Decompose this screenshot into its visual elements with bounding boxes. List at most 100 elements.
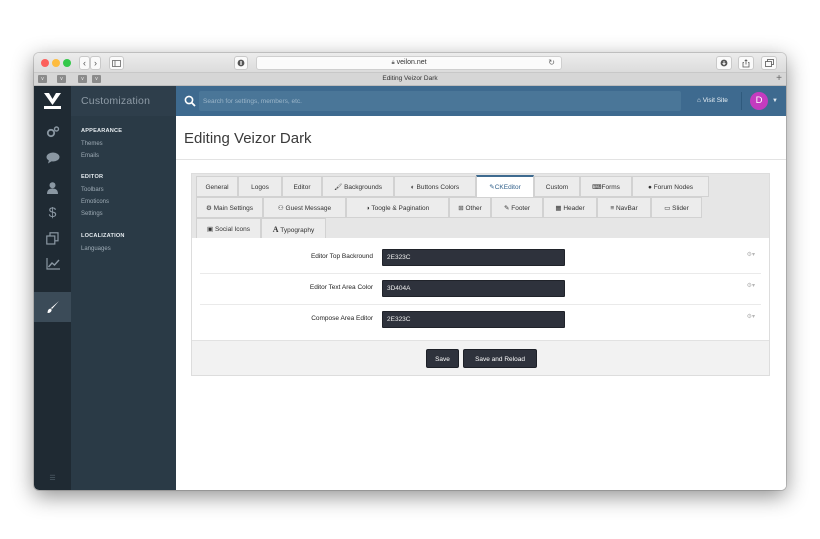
forward-button[interactable]: › xyxy=(90,56,101,70)
subnav-category-editor: EDITOR xyxy=(81,174,104,180)
tab-slider[interactable]: ▭ Slider xyxy=(651,197,702,218)
sub-navigation: Customization APPEARANCE Themes Emails E… xyxy=(71,86,176,490)
tab-guest-message[interactable]: ⚇ Guest Message xyxy=(263,197,346,218)
divider xyxy=(741,92,742,110)
tab-footer[interactable]: ✎ Footer xyxy=(491,197,543,218)
page-title: Editing Veizor Dark xyxy=(184,130,312,147)
new-tab-button[interactable]: + xyxy=(776,73,782,85)
visit-site-link[interactable]: ⌂ Visit Site xyxy=(697,86,728,116)
privacy-report-button[interactable] xyxy=(234,56,248,70)
subnav-item-toolbars[interactable]: Toolbars xyxy=(81,187,104,193)
gear-icon[interactable]: ⚙▾ xyxy=(747,251,755,258)
tab-other[interactable]: ⊞ Other xyxy=(449,197,491,218)
zoom-window-button[interactable] xyxy=(63,59,71,67)
field-label: Editor Text Area Color xyxy=(309,284,373,291)
tab-logos[interactable]: Logos xyxy=(238,176,282,197)
tab-social-icons[interactable]: ▣ Social Icons xyxy=(196,218,261,239)
subnav-category-localization: LOCALIZATION xyxy=(81,233,125,239)
form-actions: Save Save and Reload xyxy=(192,340,769,375)
back-icon: ‹ xyxy=(83,58,86,68)
tab-editor[interactable]: Editor xyxy=(282,176,322,197)
browser-window: ‹ › 🔒︎ veilon.net ↻ v v v v Editing Veiz… xyxy=(34,53,786,490)
tab-forum-nodes[interactable]: ● Forum Nodes xyxy=(632,176,709,197)
compose-area-editor-input[interactable] xyxy=(382,311,565,328)
editor-text-area-color-input[interactable] xyxy=(382,280,565,297)
subnav-item-themes[interactable]: Themes xyxy=(81,141,103,147)
save-and-reload-button[interactable]: Save and Reload xyxy=(463,349,537,368)
close-window-button[interactable] xyxy=(41,59,49,67)
reload-icon[interactable]: ↻ xyxy=(548,57,555,69)
browser-toolbar: ‹ › 🔒︎ veilon.net ↻ xyxy=(34,53,786,73)
divider xyxy=(200,304,761,305)
plus-square-icon: ⊞ xyxy=(458,205,464,212)
line-chart-icon[interactable] xyxy=(34,252,71,276)
tab-title[interactable]: Editing Veizor Dark xyxy=(34,73,786,85)
settings-form: Editor Top Backround ⚙▾ Editor Text Area… xyxy=(192,238,769,340)
tab-header[interactable]: ▦ Header xyxy=(543,197,597,218)
forward-icon: › xyxy=(94,58,97,68)
subnav-item-settings[interactable]: Settings xyxy=(81,211,103,217)
tab-custom[interactable]: Custom xyxy=(534,176,580,197)
tab-typography[interactable]: A Typography xyxy=(261,218,326,239)
comments-icon: ● xyxy=(647,184,652,191)
grid-icon: ▦ xyxy=(555,205,562,212)
search-icon xyxy=(184,95,196,107)
admin-app: $ ☰ Customization APPEARANCE Themes Emai… xyxy=(34,86,786,490)
logo[interactable] xyxy=(34,86,71,116)
tab-forms[interactable]: ⌨Forms xyxy=(580,176,632,197)
editor-top-background-input[interactable] xyxy=(382,249,565,266)
bars-icon: ≡ xyxy=(610,205,615,212)
gears-icon[interactable] xyxy=(34,120,71,144)
dollar-icon[interactable]: $ xyxy=(34,200,71,224)
share-icon xyxy=(742,59,750,68)
tab-toogle-pagination[interactable]: ◑ Toogle & Pagination xyxy=(346,197,449,218)
brush-icon: 🖌︎ xyxy=(333,184,343,191)
minimize-window-button[interactable] xyxy=(52,59,60,67)
visit-site-label: Visit Site xyxy=(702,97,728,104)
pencil-icon: ✎ xyxy=(503,205,510,212)
gear-icon[interactable]: ⚙▾ xyxy=(747,282,755,289)
tab-main-settings[interactable]: ⚙ Main Settings xyxy=(196,197,263,218)
sidebar-toggle-button[interactable] xyxy=(109,56,124,70)
tab-ckeditor[interactable]: ✎CKEditor xyxy=(476,175,534,198)
subnav-item-languages[interactable]: Languages xyxy=(81,246,111,252)
top-bar: ⌂ Visit Site D ▼ xyxy=(176,86,786,116)
divider xyxy=(200,273,761,274)
paint-brush-icon[interactable] xyxy=(34,292,71,322)
logo-icon xyxy=(44,93,61,109)
share-button[interactable] xyxy=(738,56,754,70)
search-input[interactable] xyxy=(199,91,681,111)
home-icon: ⌂ xyxy=(697,97,701,104)
font-icon: A xyxy=(272,225,279,234)
palette-icon: ◐ xyxy=(410,184,415,191)
clone-icon[interactable] xyxy=(34,226,71,250)
tab-buttons-colors[interactable]: ◐ Buttons Colors xyxy=(394,176,476,197)
back-button[interactable]: ‹ xyxy=(79,56,90,70)
collapse-icon[interactable]: ☰ xyxy=(34,466,71,490)
download-icon xyxy=(720,59,728,67)
section-title: Customization xyxy=(71,86,176,116)
chevron-down-icon[interactable]: ▼ xyxy=(772,86,778,116)
field-label: Compose Area Editor xyxy=(311,315,373,322)
divider xyxy=(176,159,786,160)
toggle-icon: ◑ xyxy=(365,205,370,212)
avatar[interactable]: D xyxy=(750,92,768,110)
comments-icon[interactable] xyxy=(34,146,71,170)
tab-backgrounds[interactable]: 🖌︎ Backgrounds xyxy=(322,176,394,197)
gear-icon[interactable]: ⚙▾ xyxy=(747,313,755,320)
tab-general[interactable]: General xyxy=(196,176,238,197)
tab-navbar[interactable]: ≡ NavBar xyxy=(597,197,651,218)
user-icon[interactable] xyxy=(34,176,71,200)
tabs-overview-button[interactable] xyxy=(761,56,777,70)
shield-icon xyxy=(237,59,245,67)
save-button[interactable]: Save xyxy=(426,349,459,368)
style-editor-panel: General Logos Editor 🖌︎ Backgrounds ◐ Bu… xyxy=(191,173,770,376)
tab-strip: General Logos Editor 🖌︎ Backgrounds ◐ Bu… xyxy=(192,174,769,239)
subnav-item-emails[interactable]: Emails xyxy=(81,153,99,159)
url-text: veilon.net xyxy=(396,59,427,66)
address-bar[interactable]: 🔒︎ veilon.net ↻ xyxy=(256,56,562,70)
downloads-button[interactable] xyxy=(716,56,732,70)
tabs-icon xyxy=(764,59,774,67)
subnav-category-appearance: APPEARANCE xyxy=(81,128,123,134)
subnav-item-emoticons[interactable]: Emoticons xyxy=(81,199,109,205)
